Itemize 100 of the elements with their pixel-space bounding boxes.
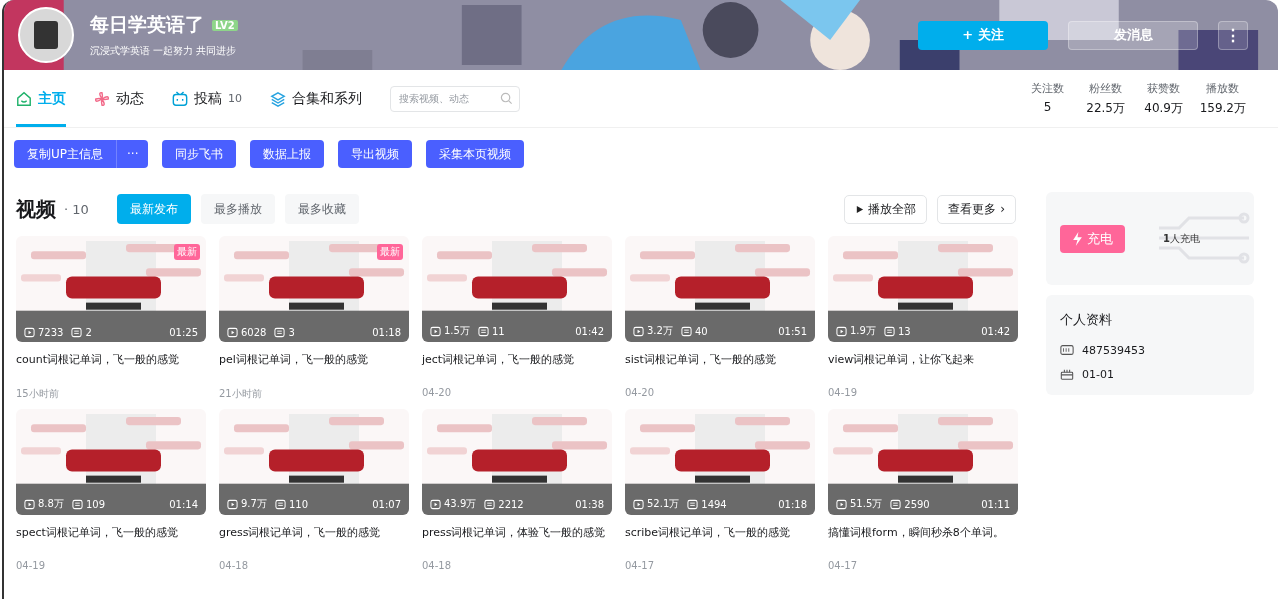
video-title[interactable]: pel词根记单词，飞一般的感觉 bbox=[219, 352, 409, 367]
pinwheel-icon bbox=[94, 90, 110, 107]
video-date: 04-17 bbox=[828, 560, 859, 571]
stat-label: 关注数 bbox=[1031, 80, 1065, 96]
stat-value: 5 bbox=[1043, 99, 1052, 114]
play-count: 43.9万 bbox=[444, 497, 477, 511]
sort-tab[interactable]: 最多播放 bbox=[200, 194, 275, 224]
play-count-icon bbox=[836, 325, 847, 337]
comment-count: 2 bbox=[85, 327, 92, 338]
video-title[interactable]: 搞懂词根form，瞬间秒杀8个单词。 bbox=[828, 525, 1018, 540]
comment-count: 13 bbox=[897, 325, 911, 337]
play-count-icon bbox=[227, 498, 238, 510]
play-count-icon bbox=[633, 325, 644, 337]
profile-value: 487539453 bbox=[1082, 343, 1145, 357]
comment-count: 40 bbox=[694, 325, 708, 337]
video-duration: 01:38 bbox=[575, 498, 604, 510]
nav-tab[interactable]: 合集和系列 bbox=[270, 70, 362, 127]
comment-icon bbox=[883, 325, 895, 337]
comment-icon bbox=[274, 498, 286, 510]
video-title[interactable]: press词根记单词，体验飞一般的感觉 bbox=[422, 525, 612, 540]
search-icon bbox=[500, 91, 513, 105]
video-duration: 01:07 bbox=[372, 498, 401, 510]
video-duration: 01:18 bbox=[778, 498, 807, 510]
play-count: 9.7万 bbox=[241, 497, 267, 511]
lightning-icon bbox=[1072, 231, 1083, 246]
video-date: 15小时前 bbox=[16, 387, 60, 401]
stat-value: 22.5万 bbox=[1086, 99, 1125, 117]
charge-count: 1人充电 bbox=[1163, 231, 1200, 246]
video-title[interactable]: view词根记单词，让你飞起来 bbox=[828, 352, 1018, 367]
see-more-button[interactable]: 查看更多 › bbox=[937, 194, 1016, 224]
nav-tab[interactable]: 动态 bbox=[94, 70, 144, 127]
video-date: 04-19 bbox=[828, 387, 859, 398]
comment-icon bbox=[71, 327, 83, 338]
video-title[interactable]: spect词根记单词，飞一般的感觉 bbox=[16, 525, 206, 540]
play-count: 1.9万 bbox=[850, 324, 876, 338]
comment-icon bbox=[890, 498, 902, 510]
new-badge: 最新 bbox=[377, 244, 403, 260]
stat-value: 159.2万 bbox=[1199, 99, 1246, 117]
stat-value: 40.9万 bbox=[1144, 99, 1183, 117]
video-title[interactable]: sist词根记单词，飞一般的感觉 bbox=[625, 352, 815, 367]
video-duration: 01:11 bbox=[981, 498, 1010, 510]
video-duration: 01:18 bbox=[372, 327, 401, 338]
play-count: 8.8万 bbox=[38, 497, 64, 511]
play-count: 52.1万 bbox=[647, 497, 680, 511]
video-date: 04-20 bbox=[422, 387, 453, 398]
play-count-icon bbox=[24, 498, 35, 510]
comment-count: 11 bbox=[491, 325, 505, 337]
comment-count: 109 bbox=[85, 498, 105, 510]
more-button[interactable]: ··· bbox=[116, 140, 149, 168]
stat-label: 粉丝数 bbox=[1089, 80, 1123, 96]
video-title[interactable]: gress词根记单词，飞一般的感觉 bbox=[219, 525, 409, 540]
play-all-button[interactable]: 播放全部 bbox=[844, 194, 928, 224]
search-field[interactable]: 搜索视频、动态 bbox=[390, 85, 520, 112]
comment-icon bbox=[477, 325, 489, 337]
tool-button[interactable]: 采集本页视频 bbox=[426, 140, 525, 168]
layers-icon bbox=[270, 90, 286, 107]
video-duration: 01:25 bbox=[169, 327, 198, 338]
video-title[interactable]: scribe词根记单词，飞一般的感觉 bbox=[625, 525, 815, 540]
play-count-icon bbox=[633, 498, 644, 510]
video-date: 04-20 bbox=[625, 387, 656, 398]
video-duration: 01:14 bbox=[169, 498, 198, 510]
stat-label: 获赞数 bbox=[1147, 80, 1181, 96]
video-duration: 01:51 bbox=[778, 325, 807, 337]
comment-count: 1494 bbox=[701, 498, 727, 510]
comment-count: 2212 bbox=[498, 498, 524, 510]
video-date: 04-18 bbox=[219, 560, 250, 571]
copy-info-button[interactable]: 复制UP主信息 bbox=[14, 140, 117, 168]
new-badge: 最新 bbox=[174, 244, 200, 260]
tv-icon bbox=[172, 90, 188, 107]
play-count: 3.2万 bbox=[647, 324, 673, 338]
sort-tab[interactable]: 最多收藏 bbox=[284, 194, 359, 224]
tool-button[interactable]: 同步飞书 bbox=[162, 140, 237, 168]
id-card-icon bbox=[1060, 343, 1074, 357]
video-duration: 01:42 bbox=[981, 325, 1010, 337]
play-icon bbox=[855, 204, 865, 214]
tool-button[interactable]: 导出视频 bbox=[338, 140, 413, 168]
video-title[interactable]: count词根记单词，飞一般的感觉 bbox=[16, 352, 206, 367]
play-count-icon bbox=[430, 498, 441, 510]
video-title[interactable]: ject词根记单词，飞一般的感觉 bbox=[422, 352, 612, 367]
section-title: 视频 bbox=[16, 195, 56, 223]
comment-icon bbox=[484, 498, 496, 510]
comment-count: 2590 bbox=[904, 498, 930, 510]
video-date: 04-17 bbox=[625, 560, 656, 571]
comment-count: 3 bbox=[288, 327, 295, 338]
comment-icon bbox=[680, 325, 692, 337]
play-count-icon bbox=[24, 327, 35, 338]
comment-icon bbox=[71, 498, 83, 510]
comment-icon bbox=[687, 498, 699, 510]
comment-count: 110 bbox=[288, 498, 308, 510]
home-icon bbox=[16, 90, 32, 107]
nav-tab[interactable]: 投稿 10 bbox=[172, 70, 242, 127]
video-duration: 01:42 bbox=[575, 325, 604, 337]
stat-label: 播放数 bbox=[1206, 80, 1240, 96]
tool-button[interactable]: 数据上报 bbox=[250, 140, 325, 168]
video-date: 21小时前 bbox=[219, 387, 263, 401]
play-count: 1.5万 bbox=[444, 324, 470, 338]
profile-value: 01-01 bbox=[1082, 367, 1114, 381]
play-count-icon bbox=[227, 327, 238, 338]
play-count: 7233 bbox=[38, 327, 64, 338]
play-count: 51.5万 bbox=[850, 497, 883, 511]
